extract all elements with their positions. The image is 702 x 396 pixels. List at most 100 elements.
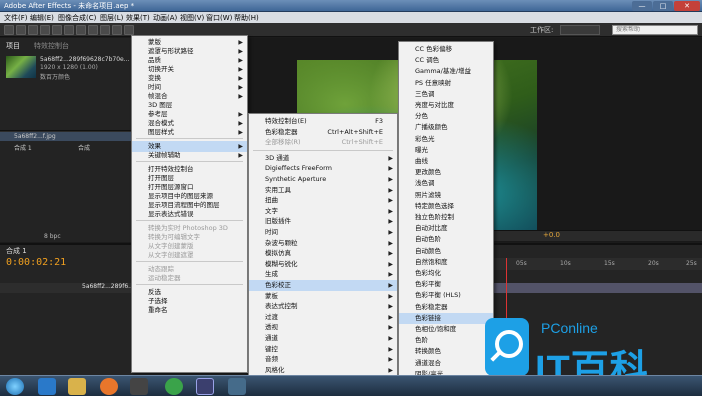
color-correction-item[interactable]: CC 色彩偏移 <box>399 44 493 55</box>
media-player-icon[interactable] <box>130 378 148 395</box>
color-correction-item[interactable]: 照片滤镜 <box>399 190 493 201</box>
color-correction-item[interactable]: 自然饱和度 <box>399 257 493 268</box>
start-button-icon[interactable] <box>6 378 24 395</box>
project-item[interactable]: 合成 1 合成 <box>0 142 150 152</box>
layer-duration-bar[interactable] <box>480 283 702 293</box>
effect-menu-item[interactable]: 全部移除(R) Ctrl+Shift+E <box>249 137 397 148</box>
effect-menu-item[interactable]: 实用工具 ▶ <box>249 185 397 196</box>
mask-tool-icon[interactable] <box>76 25 86 35</box>
workspace-select[interactable] <box>560 25 600 35</box>
color-correction-item[interactable]: 浅色调 <box>399 178 493 189</box>
menu-effect[interactable]: 效果(T) <box>126 13 150 23</box>
project-item[interactable]: 5a68ff2...f.jpg <box>0 132 150 141</box>
effect-menu-item[interactable]: 音频 ▶ <box>249 354 397 365</box>
effect-menu-item[interactable]: 时间 ▶ <box>249 227 397 238</box>
menu-view[interactable]: 视图(V) <box>180 13 204 23</box>
context-menu-item[interactable]: 从文字创建遮罩 <box>132 250 247 261</box>
context-menu-item[interactable]: 显示表达式错误 <box>132 209 247 220</box>
color-correction-item[interactable]: 色彩平衡 <box>399 279 493 290</box>
effect-menu-item[interactable]: 杂波与颗粒 ▶ <box>249 238 397 249</box>
color-correction-item[interactable]: 独立色阶控制 <box>399 212 493 223</box>
after-effects-icon[interactable] <box>196 378 214 395</box>
color-correction-item[interactable]: 自动对比度 <box>399 223 493 234</box>
effect-menu-item[interactable]: 旧版插件 ▶ <box>249 216 397 227</box>
exposure-value[interactable]: +0.0 <box>543 231 560 239</box>
ie-icon[interactable] <box>38 378 56 395</box>
effect-menu-item[interactable]: 表达式控制 ▶ <box>249 301 397 312</box>
minimize-button[interactable]: — <box>632 1 652 11</box>
color-correction-item[interactable]: 色彩平衡 (HLS) <box>399 290 493 301</box>
firefox-icon[interactable] <box>100 378 118 395</box>
color-correction-item[interactable]: 色彩稳定器 <box>399 302 493 313</box>
effect-menu-item[interactable]: Digieffects FreeForm ▶ <box>249 163 397 174</box>
effect-menu-item[interactable]: 通道 ▶ <box>249 333 397 344</box>
effect-menu-item[interactable]: 生成 ▶ <box>249 269 397 280</box>
context-menu-item[interactable]: 图层样式 ▶ <box>132 127 247 138</box>
bpc-label[interactable]: 8 bpc <box>44 233 61 240</box>
context-menu-item[interactable]: 运动稳定器 <box>132 273 247 284</box>
hand-tool-icon[interactable] <box>16 25 26 35</box>
pen-tool-icon[interactable] <box>88 25 98 35</box>
menu-help[interactable]: 帮助(H) <box>234 13 259 23</box>
effect-menu-item[interactable]: 键控 ▶ <box>249 344 397 355</box>
tab-project[interactable]: 项目 <box>6 41 20 51</box>
color-correction-item[interactable]: 曝光 <box>399 145 493 156</box>
effect-menu-item[interactable]: 色彩校正 ▶ <box>249 280 397 291</box>
color-correction-item[interactable]: 三色调 <box>399 89 493 100</box>
effect-menu-item[interactable]: 扭曲 ▶ <box>249 195 397 206</box>
selection-tool-icon[interactable] <box>4 25 14 35</box>
current-timecode[interactable]: 0:00:02:21 <box>6 257 66 268</box>
effect-menu-item[interactable]: 特效控制台(E) F3 <box>249 116 397 127</box>
effect-menu-item[interactable]: 蒙板 ▶ <box>249 291 397 302</box>
help-search-input[interactable]: 搜索帮助 <box>612 25 698 35</box>
effect-menu-item[interactable]: 模糊与锐化 ▶ <box>249 259 397 270</box>
color-correction-item[interactable]: 自动色阶 <box>399 234 493 245</box>
color-correction-item[interactable]: CC 调色 <box>399 55 493 66</box>
color-correction-item[interactable]: 色彩均化 <box>399 268 493 279</box>
color-correction-item[interactable]: Gamma/基准/增益 <box>399 66 493 77</box>
color-correction-item[interactable]: 广播级颜色 <box>399 122 493 133</box>
context-menu-item[interactable]: 重命名 <box>132 305 247 316</box>
color-correction-item[interactable]: 彩色光 <box>399 134 493 145</box>
menu-layer[interactable]: 图层(L) <box>100 13 123 23</box>
menu-composition[interactable]: 图像合成(C) <box>58 13 96 23</box>
app2-icon[interactable] <box>228 378 246 395</box>
color-correction-item[interactable]: 分色 <box>399 111 493 122</box>
effect-menu-item[interactable]: 色彩稳定器 Ctrl+Alt+Shift+E <box>249 127 397 138</box>
color-correction-item[interactable]: 自动颜色 <box>399 246 493 257</box>
close-button[interactable]: ✕ <box>674 1 700 11</box>
tab-composition[interactable]: 合成 1 <box>6 246 27 256</box>
effect-menu-item[interactable]: 3D 通道 ▶ <box>249 153 397 164</box>
zoom-tool-icon[interactable] <box>28 25 38 35</box>
time-ruler[interactable]: 05s 10s 15s 20s 25s <box>480 258 702 270</box>
menu-item-label: 色彩平衡 <box>415 280 441 289</box>
color-correction-item[interactable]: 亮度与对比度 <box>399 100 493 111</box>
effect-menu-item[interactable]: 模拟仿真 ▶ <box>249 248 397 259</box>
effect-menu-item[interactable]: Synthetic Aperture ▶ <box>249 174 397 185</box>
clone-tool-icon[interactable] <box>124 25 134 35</box>
menu-window[interactable]: 窗口(W) <box>206 13 232 23</box>
tab-effect-controls[interactable]: 特效控制台 <box>34 41 69 51</box>
explorer-icon[interactable] <box>68 378 86 395</box>
context-menu-item[interactable]: 关键帧辅助 ▶ <box>132 150 247 161</box>
menu-item-label: 照片滤镜 <box>415 190 441 199</box>
pan-behind-tool-icon[interactable] <box>64 25 74 35</box>
effect-menu-item[interactable]: 过渡 ▶ <box>249 312 397 323</box>
color-correction-item[interactable]: 更改颜色 <box>399 167 493 178</box>
color-correction-item[interactable]: 曲线 <box>399 156 493 167</box>
menu-file[interactable]: 文件(F) <box>4 13 28 23</box>
menu-edit[interactable]: 编辑(E) <box>30 13 54 23</box>
color-correction-item[interactable]: PS 任意映射 <box>399 78 493 89</box>
effect-menu-item[interactable]: 文字 ▶ <box>249 206 397 217</box>
text-tool-icon[interactable] <box>100 25 110 35</box>
menu-animation[interactable]: 动画(A) <box>153 13 177 23</box>
rotate-tool-icon[interactable] <box>40 25 50 35</box>
app-icon[interactable] <box>165 378 183 395</box>
effect-menu-item[interactable]: 透视 ▶ <box>249 322 397 333</box>
camera-tool-icon[interactable] <box>52 25 62 35</box>
maximize-button[interactable]: □ <box>653 1 673 11</box>
submenu-arrow-icon: ▶ <box>388 345 393 353</box>
color-correction-item[interactable]: 特定颜色选择 <box>399 201 493 212</box>
submenu-arrow-icon: ▶ <box>388 165 393 173</box>
brush-tool-icon[interactable] <box>112 25 122 35</box>
